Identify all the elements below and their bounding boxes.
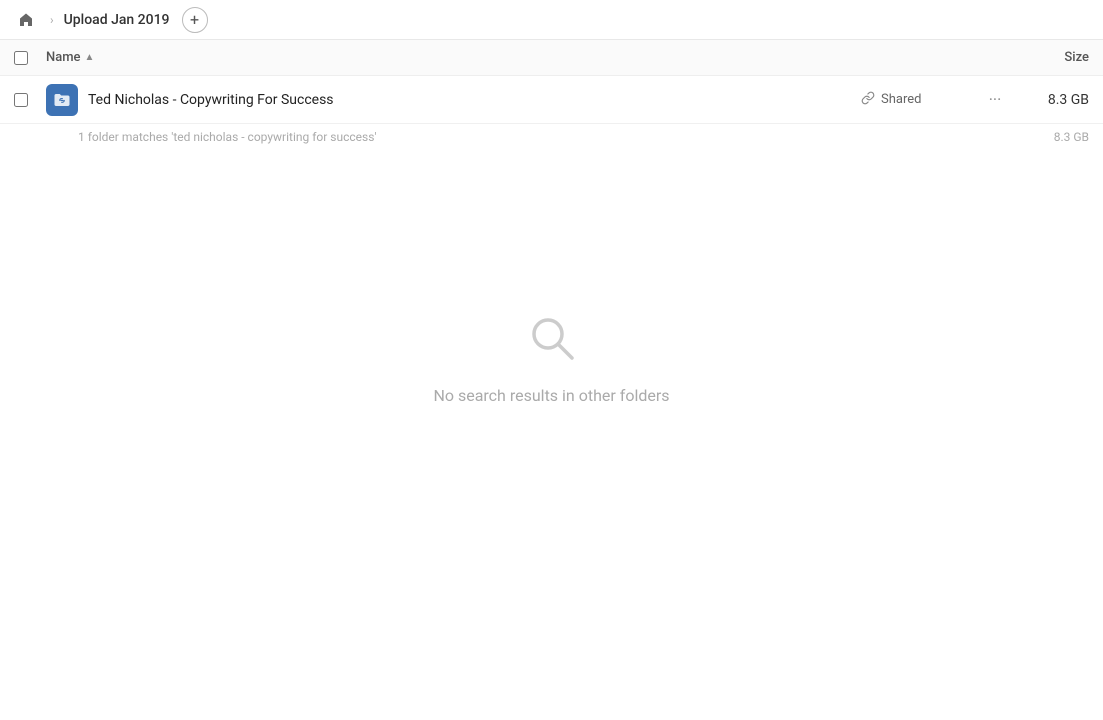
size-column-header: Size [1009, 50, 1089, 65]
match-summary-size: 8.3 GB [1009, 130, 1089, 144]
file-checkbox[interactable] [14, 93, 28, 107]
breadcrumb-chevron: › [50, 13, 54, 27]
shared-area: Shared [861, 91, 981, 109]
file-size: 8.3 GB [1009, 92, 1089, 108]
folder-icon [46, 84, 78, 116]
sort-arrow-icon: ▲ [85, 52, 95, 63]
match-summary-row: 1 folder matches 'ted nicholas - copywri… [0, 124, 1103, 150]
empty-state-text: No search results in other folders [433, 386, 669, 405]
more-options-button[interactable]: ··· [981, 86, 1009, 114]
top-bar: › Upload Jan 2019 + [0, 0, 1103, 40]
empty-state: No search results in other folders [0, 150, 1103, 405]
shared-label: Shared [881, 92, 921, 107]
link-icon [861, 91, 875, 109]
name-column-header[interactable]: Name ▲ [46, 50, 1009, 65]
select-all-checkbox[interactable] [14, 51, 28, 65]
add-button[interactable]: + [182, 7, 208, 33]
breadcrumb-title: Upload Jan 2019 [64, 12, 170, 28]
no-results-search-icon [524, 310, 580, 370]
file-row[interactable]: Ted Nicholas - Copywriting For Success S… [0, 76, 1103, 124]
column-header: Name ▲ Size [0, 40, 1103, 76]
home-button[interactable] [12, 6, 40, 34]
file-checkbox-col [14, 93, 46, 107]
name-column-label: Name [46, 50, 81, 65]
select-all-checkbox-col [14, 51, 46, 65]
file-name: Ted Nicholas - Copywriting For Success [88, 92, 861, 108]
match-summary-text: 1 folder matches 'ted nicholas - copywri… [78, 130, 377, 144]
